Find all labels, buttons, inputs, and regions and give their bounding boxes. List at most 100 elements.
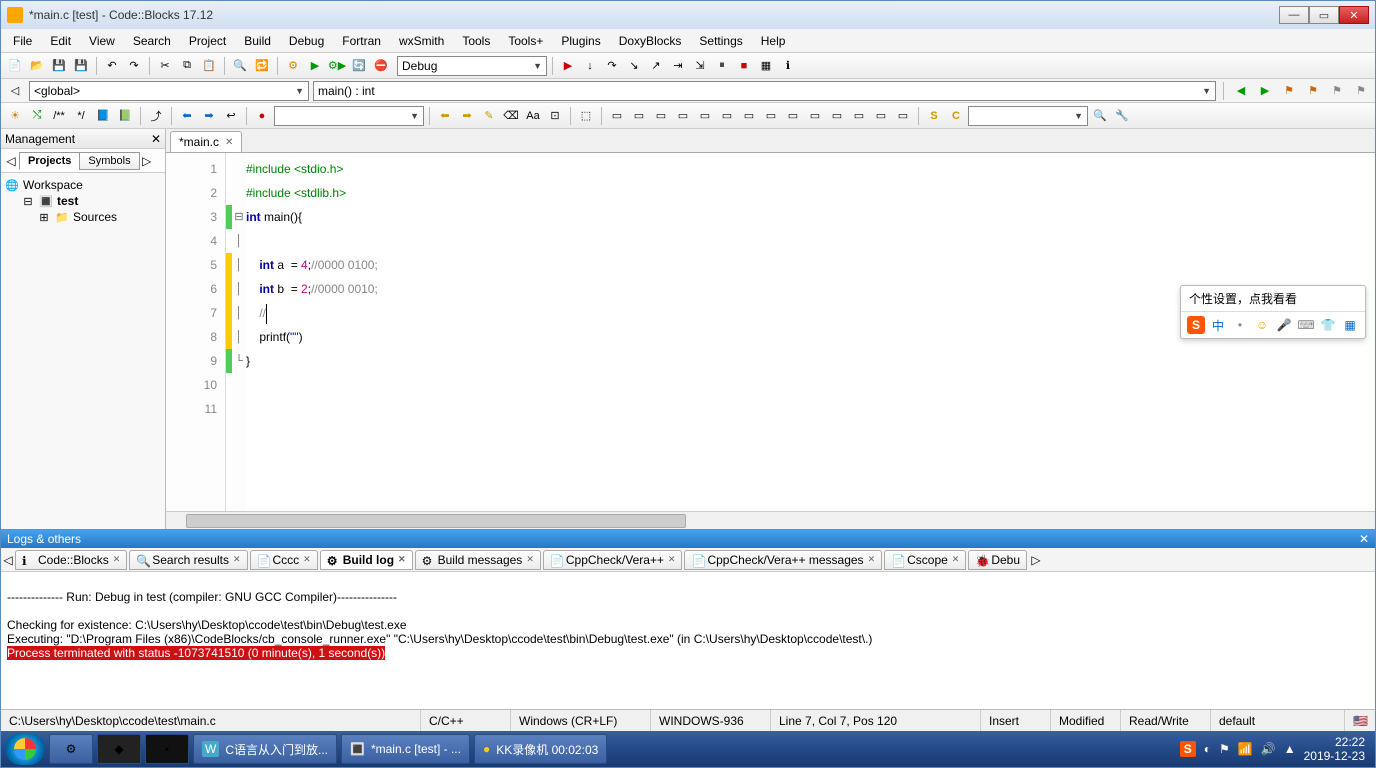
- doxy-icon[interactable]: 📘: [93, 106, 113, 126]
- bookmark-clear-icon[interactable]: ⚑: [1327, 81, 1347, 101]
- mgmt-tab-right-icon[interactable]: ▷: [139, 154, 155, 168]
- hl-next-icon[interactable]: ➡: [457, 106, 477, 126]
- stop-debug-icon[interactable]: ■: [734, 56, 754, 76]
- s-icon[interactable]: S: [924, 106, 944, 126]
- ime-tool-icon[interactable]: ▦: [1341, 316, 1359, 334]
- start-button[interactable]: [5, 733, 45, 765]
- scope-global-combo[interactable]: <global>▼: [29, 81, 309, 101]
- log-tab-buildmsg[interactable]: ⚙Build messages✕: [415, 550, 541, 570]
- ime-emoji-icon[interactable]: ☺: [1253, 316, 1271, 334]
- rect10-icon[interactable]: ▭: [805, 106, 825, 126]
- comment-icon[interactable]: /**: [49, 106, 69, 126]
- tray-network-icon[interactable]: 📶: [1238, 742, 1253, 756]
- step-out-icon[interactable]: ↗: [646, 56, 666, 76]
- rect13-icon[interactable]: ▭: [871, 106, 891, 126]
- debug-continue-icon[interactable]: ▶: [558, 56, 578, 76]
- tray-flag-icon[interactable]: ⚑: [1219, 742, 1230, 756]
- log-tab-codeblocks[interactable]: ℹCode::Blocks✕: [15, 550, 127, 570]
- rect9-icon[interactable]: ▭: [783, 106, 803, 126]
- tab-close-icon[interactable]: ✕: [868, 554, 876, 565]
- rect7-icon[interactable]: ▭: [739, 106, 759, 126]
- menu-plugins[interactable]: Plugins: [553, 32, 608, 50]
- redo-icon[interactable]: ↷: [124, 56, 144, 76]
- ime-toolbar[interactable]: 个性设置，点我看看 S 中 • ☺ 🎤 ⌨ 👕 ▦: [1180, 285, 1366, 339]
- menu-tools[interactable]: Tools: [454, 32, 498, 50]
- pinned-app-2[interactable]: ◆: [97, 734, 141, 764]
- rect5-icon[interactable]: ▭: [695, 106, 715, 126]
- open-file-icon[interactable]: 📂: [27, 56, 47, 76]
- tab-close-icon[interactable]: ✕: [952, 554, 960, 565]
- tree-project[interactable]: ⊟ 🔳 test: [5, 193, 161, 209]
- expand-icon[interactable]: ⊟: [21, 194, 35, 208]
- tab-close-icon[interactable]: ✕: [398, 554, 406, 565]
- taskbar-item-3[interactable]: ●KK录像机 00:02:03: [474, 734, 607, 764]
- menu-wxsmith[interactable]: wxSmith: [391, 32, 452, 50]
- record-icon[interactable]: ●: [252, 106, 272, 126]
- rect2-icon[interactable]: ▭: [629, 106, 649, 126]
- new-file-icon[interactable]: 📄: [5, 56, 25, 76]
- ime-keyboard-icon[interactable]: ⌨: [1297, 316, 1315, 334]
- log-tab-cppcheckmsg[interactable]: 📄CppCheck/Vera++ messages✕: [684, 550, 882, 570]
- log-tab-debug[interactable]: 🐞Debu: [968, 550, 1027, 570]
- ime-lang-icon[interactable]: 中: [1209, 316, 1227, 334]
- rect12-icon[interactable]: ▭: [849, 106, 869, 126]
- cut-icon[interactable]: ✂: [155, 56, 175, 76]
- bookmark-flag-icon[interactable]: ⚑: [1279, 81, 1299, 101]
- menu-view[interactable]: View: [81, 32, 123, 50]
- rect11-icon[interactable]: ▭: [827, 106, 847, 126]
- next-instr-icon[interactable]: ⇥: [668, 56, 688, 76]
- build-log-output[interactable]: -------------- Run: Debug in test (compi…: [1, 572, 1375, 709]
- tab-close-icon[interactable]: ✕: [233, 554, 241, 565]
- tree-workspace[interactable]: 🌐 Workspace: [5, 177, 161, 193]
- nav-fwd-icon[interactable]: ➡: [199, 106, 219, 126]
- build-run-icon[interactable]: ⚙▶: [327, 56, 347, 76]
- rect6-icon[interactable]: ▭: [717, 106, 737, 126]
- bookmark-flag2-icon[interactable]: ⚑: [1303, 81, 1323, 101]
- rect1-icon[interactable]: ▭: [607, 106, 627, 126]
- sel-icon[interactable]: ⬚: [576, 106, 596, 126]
- rect3-icon[interactable]: ▭: [651, 106, 671, 126]
- menu-debug[interactable]: Debug: [281, 32, 332, 50]
- mgmt-tab-left-icon[interactable]: ◁: [3, 154, 19, 168]
- replace-icon[interactable]: 🔁: [252, 56, 272, 76]
- taskbar-clock[interactable]: 22:22 2019-12-23: [1304, 735, 1365, 763]
- ime-punct-icon[interactable]: •: [1231, 316, 1249, 334]
- fold-toggle-icon[interactable]: ⊟: [232, 205, 246, 229]
- tab-close-icon[interactable]: ✕: [526, 554, 534, 565]
- paste-icon[interactable]: 📋: [199, 56, 219, 76]
- log-tab-search[interactable]: 🔍Search results✕: [129, 550, 247, 570]
- menu-fortran[interactable]: Fortran: [334, 32, 389, 50]
- copy-icon[interactable]: ⧉: [177, 56, 197, 76]
- log-tab-buildlog[interactable]: ⚙Build log✕: [320, 550, 413, 570]
- match-case-icon[interactable]: Aa: [523, 106, 543, 126]
- run-to-cursor-icon[interactable]: ↓: [580, 56, 600, 76]
- rect8-icon[interactable]: ▭: [761, 106, 781, 126]
- nav-back-icon[interactable]: ⬅: [177, 106, 197, 126]
- pinned-app-1[interactable]: ⚙: [49, 734, 93, 764]
- break-icon[interactable]: ⏸: [712, 56, 732, 76]
- settings-icon[interactable]: 🔧: [1112, 106, 1132, 126]
- editor-tab-close-icon[interactable]: ✕: [225, 137, 233, 148]
- nav-last-icon[interactable]: ↩: [221, 106, 241, 126]
- scope-func-combo[interactable]: main() : int▼: [313, 81, 1216, 101]
- log-tab-cscope[interactable]: 📄Cscope✕: [884, 550, 966, 570]
- hl-clear-icon[interactable]: ⌫: [501, 106, 521, 126]
- tray-sogou-icon[interactable]: S: [1180, 741, 1196, 757]
- hl-mark-icon[interactable]: ✎: [479, 106, 499, 126]
- menu-project[interactable]: Project: [181, 32, 234, 50]
- tab-close-icon[interactable]: ✕: [113, 554, 121, 565]
- editor-h-scrollbar[interactable]: [166, 511, 1375, 529]
- taskbar-item-1[interactable]: WC语言从入门到放...: [193, 734, 337, 764]
- build-target-combo[interactable]: Debug▼: [397, 56, 547, 76]
- expand-icon[interactable]: ⊞: [37, 210, 51, 224]
- editor-tab-main[interactable]: *main.c ✕: [170, 131, 242, 152]
- c-icon[interactable]: C: [946, 106, 966, 126]
- save-all-icon[interactable]: 💾: [71, 56, 91, 76]
- tab-close-icon[interactable]: ✕: [668, 554, 676, 565]
- bookmark-prev-icon[interactable]: ◀: [1231, 81, 1251, 101]
- scope-nav-left-icon[interactable]: ◁: [5, 81, 25, 101]
- whole-word-icon[interactable]: ⊡: [545, 106, 565, 126]
- run-icon[interactable]: ▶: [305, 56, 325, 76]
- undo-icon[interactable]: ↶: [102, 56, 122, 76]
- menu-search[interactable]: Search: [125, 32, 179, 50]
